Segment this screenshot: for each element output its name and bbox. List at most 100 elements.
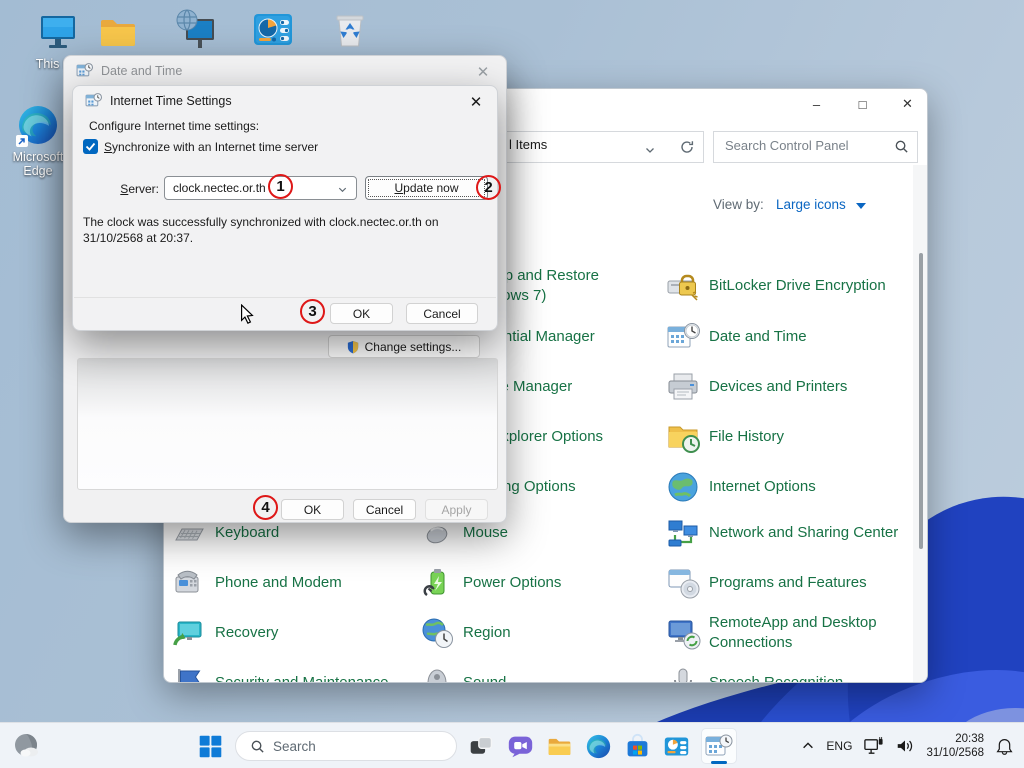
server-combobox[interactable]: clock.nectec.or.th — [164, 176, 357, 200]
cp-item-label: Keyboard — [215, 523, 407, 543]
cp-item[interactable]: Devices and Printers — [665, 367, 901, 407]
cp-item-label: Region — [463, 623, 655, 643]
dialog-titlebar: Date and Time — [76, 62, 182, 79]
recovery-icon — [171, 615, 207, 651]
cp-item-label: RemoteApp and Desktop Connections — [709, 613, 901, 653]
language-indicator[interactable]: ENG — [826, 739, 852, 753]
widgets-weather-icon[interactable] — [12, 731, 42, 761]
microsoft-store-icon[interactable] — [623, 732, 652, 761]
maximize-button[interactable]: □ — [840, 89, 885, 119]
edge-icon[interactable] — [584, 732, 613, 761]
configure-label: Configure Internet time settings: — [89, 119, 259, 133]
cp-item[interactable]: Date and Time — [665, 317, 901, 357]
cp-item[interactable]: Network and Sharing Center — [665, 513, 901, 553]
cp-item[interactable]: RemoteApp and Desktop Connections — [665, 613, 901, 653]
programs-features-icon — [665, 565, 701, 601]
server-value: clock.nectec.or.th — [173, 181, 266, 195]
security-maintenance-icon — [171, 665, 207, 683]
region-icon — [419, 615, 455, 651]
update-now-button[interactable]: Update now — [365, 176, 488, 200]
shortcut-arrow-icon — [16, 135, 28, 147]
tray-date: 31/10/2568 — [926, 746, 984, 760]
close-icon[interactable]: ✕ — [468, 60, 498, 84]
description-panel — [77, 358, 498, 490]
ok-button[interactable]: OK — [281, 499, 344, 520]
search-placeholder: Search — [273, 739, 316, 754]
ok-button[interactable]: OK — [330, 303, 393, 324]
file-history-icon — [665, 419, 701, 455]
view-mode-dropdown[interactable]: Large icons — [776, 197, 846, 212]
search-placeholder: Search Control Panel — [725, 138, 849, 153]
desktop-icon-recycle-bin[interactable] — [312, 8, 388, 52]
dialog-title: Internet Time Settings — [110, 94, 232, 108]
chevron-down-icon[interactable] — [644, 144, 656, 156]
taskbar-search[interactable]: Search — [235, 731, 457, 761]
cp-item[interactable]: Sound — [419, 663, 655, 683]
annotation-step-2: 2 — [476, 175, 501, 200]
notifications-bell-icon[interactable] — [995, 737, 1014, 756]
internet-options-icon — [665, 469, 701, 505]
cp-item[interactable]: File History — [665, 417, 901, 457]
control-panel-taskbar-icon[interactable] — [662, 732, 691, 761]
desktop-icon-folder[interactable] — [80, 10, 156, 54]
edge-icon — [16, 103, 60, 147]
cp-item[interactable]: Region — [419, 613, 655, 653]
sound-icon — [419, 665, 455, 683]
checkbox-checked-icon[interactable] — [83, 139, 98, 154]
taskbar: Search ENG 20:38 31/10/2568 — [0, 722, 1024, 768]
scrollbar-thumb[interactable] — [919, 253, 923, 549]
cp-item[interactable]: Security and Maintenance — [171, 663, 407, 683]
chevron-down-icon[interactable] — [337, 184, 348, 195]
change-settings-button[interactable]: Change settings... — [328, 335, 480, 358]
search-icon — [250, 739, 265, 754]
bitlocker-icon — [665, 268, 701, 304]
minimize-button[interactable]: – — [794, 89, 839, 119]
clock[interactable]: 20:38 31/10/2568 — [926, 732, 984, 760]
refresh-icon[interactable] — [679, 139, 695, 155]
cp-item-label: Date and Time — [709, 327, 901, 347]
speech-recognition-icon — [665, 665, 701, 683]
cp-item[interactable]: Speech Recognition — [665, 663, 901, 683]
chat-icon[interactable] — [506, 732, 535, 761]
cp-item[interactable]: BitLocker Drive Encryption — [665, 266, 901, 306]
tray-chevron-up-icon[interactable] — [801, 739, 815, 753]
taskbar-center-group: Search — [196, 728, 737, 764]
cp-item-label: Sound — [463, 673, 655, 683]
file-explorer-icon[interactable] — [545, 732, 574, 761]
cp-item-label: Phone and Modem — [215, 573, 407, 593]
cp-item[interactable]: Power Options — [419, 563, 655, 603]
start-button[interactable] — [196, 732, 225, 761]
date-time-taskbar-icon[interactable] — [701, 728, 737, 764]
desktop-icon-control-panel[interactable] — [235, 8, 311, 52]
close-button[interactable]: ✕ — [885, 89, 928, 119]
cp-item[interactable]: Internet Options — [665, 467, 901, 507]
network-tray-icon[interactable] — [863, 736, 884, 757]
uac-shield-icon — [347, 340, 359, 354]
cancel-button[interactable]: Cancel — [353, 499, 416, 520]
desktop-icon-network[interactable] — [158, 8, 234, 52]
mouse-cursor — [238, 304, 256, 326]
task-view-button[interactable] — [467, 732, 496, 761]
search-icon[interactable] — [894, 139, 909, 154]
cp-item-label: Mouse — [463, 523, 655, 543]
dialog-titlebar: Internet Time Settings — [85, 92, 232, 109]
tray-time: 20:38 — [926, 732, 984, 746]
cp-item[interactable]: Phone and Modem — [171, 563, 407, 603]
volume-icon[interactable] — [895, 736, 915, 756]
sync-status-line2: 31/10/2568 at 20:37. — [83, 231, 193, 245]
cancel-button[interactable]: Cancel — [406, 303, 478, 324]
cp-item[interactable]: Recovery — [171, 613, 407, 653]
cp-item-label: Security and Maintenance — [215, 673, 407, 683]
cp-item-label: Programs and Features — [709, 573, 901, 593]
annotation-step-4: 4 — [253, 495, 278, 520]
cp-item[interactable]: Programs and Features — [665, 563, 901, 603]
date-time-icon — [665, 319, 701, 355]
annotation-step-1: 1 — [268, 174, 293, 199]
sync-checkbox-row[interactable]: Synchronize with an Internet time server — [83, 139, 318, 154]
internet-time-settings-dialog: Internet Time Settings ✕ Configure Inter… — [72, 85, 498, 331]
address-text: l Items — [509, 137, 547, 152]
scrollbar[interactable] — [913, 165, 928, 682]
close-icon[interactable]: ✕ — [461, 90, 491, 114]
date-time-icon — [76, 62, 93, 79]
dialog-title: Date and Time — [101, 64, 182, 78]
